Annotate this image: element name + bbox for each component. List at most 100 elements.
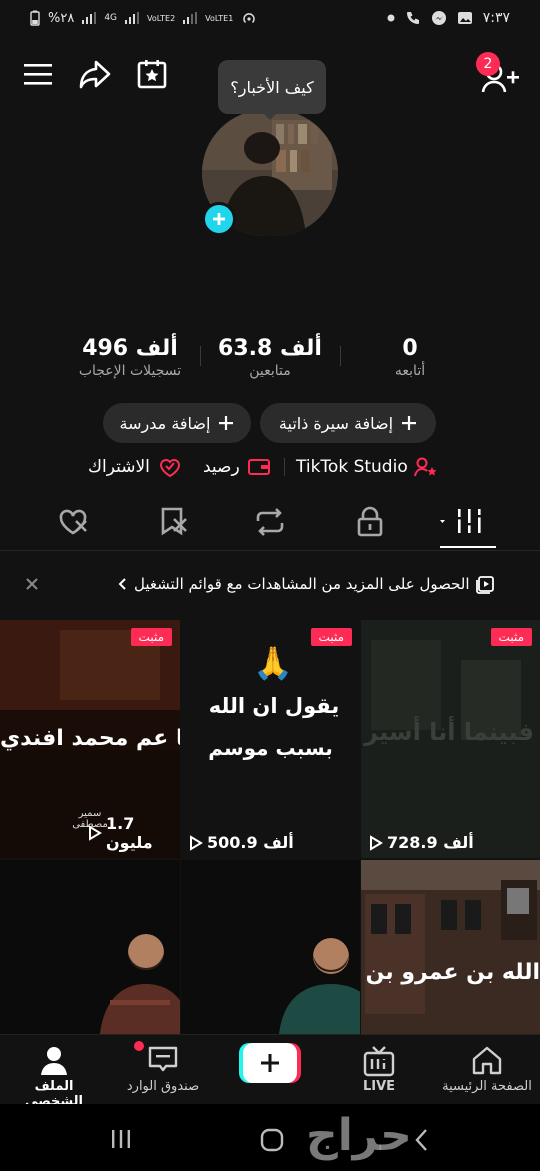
inbox-label: صندوق الوارد bbox=[126, 1079, 200, 1094]
signal-icon bbox=[82, 12, 97, 24]
create-button[interactable] bbox=[239, 1043, 301, 1083]
phone-icon bbox=[405, 10, 421, 26]
nav-profile[interactable]: الملف الشخصي bbox=[8, 1045, 100, 1109]
add-bio-label: إضافة سيرة ذاتية bbox=[278, 413, 394, 433]
calendar-star-icon[interactable] bbox=[136, 58, 168, 90]
nav-home[interactable]: الصفحة الرئيسية bbox=[438, 1045, 536, 1094]
likes-label: تسجيلات الإعجاب bbox=[78, 363, 182, 379]
balance-link[interactable]: رصيد bbox=[203, 454, 270, 480]
chevron-left-icon bbox=[116, 577, 128, 591]
following-count: 0 bbox=[402, 336, 418, 361]
tab-liked[interactable] bbox=[56, 505, 90, 539]
video-overlay-line-1: يقول ان الله bbox=[208, 694, 340, 718]
nav-live[interactable]: LIVE bbox=[340, 1045, 418, 1094]
tab-private[interactable] bbox=[356, 505, 384, 539]
banner-content: الحصول على المزيد من المشاهدات مع قوائم … bbox=[116, 574, 496, 594]
stat-following[interactable]: 0 أتابعه bbox=[360, 336, 460, 379]
playlist-banner[interactable]: الحصول على المزيد من المشاهدات مع قوائم … bbox=[0, 562, 540, 608]
system-nav-bar: حراج bbox=[0, 1104, 540, 1171]
add-school-label: إضافة مدرسة bbox=[119, 413, 211, 433]
bubble-pointer bbox=[262, 112, 278, 120]
watermark-logo: حراج bbox=[306, 1110, 412, 1161]
notification-badge: 2 bbox=[476, 52, 500, 76]
add-avatar-button[interactable] bbox=[202, 202, 236, 236]
stat-likes[interactable]: 496 ألف تسجيلات الإعجاب bbox=[50, 336, 210, 379]
pinned-badge: مثبت bbox=[310, 628, 352, 646]
following-label: أتابعه bbox=[394, 363, 426, 379]
network-4g-label: 4G bbox=[104, 12, 118, 23]
signal-icon-2 bbox=[125, 12, 140, 24]
tiktok-studio-link[interactable]: TikTok Studio bbox=[296, 454, 438, 480]
status-left: %٢٨ 4G VoLTE2 VoLTE1 bbox=[30, 10, 257, 26]
dot-icon bbox=[387, 14, 395, 22]
battery-text: %٢٨ bbox=[48, 10, 75, 26]
tab-divider bbox=[0, 550, 540, 551]
tab-favorites[interactable] bbox=[158, 505, 190, 539]
video-overlay-text: فبينما أنا أسير bbox=[364, 718, 534, 746]
likes-count: 496 ألف bbox=[82, 336, 178, 361]
creator-star-icon bbox=[413, 456, 438, 478]
person-icon bbox=[8, 1045, 100, 1075]
home-label: الصفحة الرئيسية bbox=[442, 1079, 532, 1094]
banner-text: الحصول على المزيد من المشاهدات مع قوائم … bbox=[134, 575, 470, 593]
balance-label: رصيد bbox=[203, 457, 240, 477]
video-thumbnail[interactable] bbox=[181, 860, 360, 1034]
pinned-badge: مثبت bbox=[490, 628, 532, 646]
praying-hands-emoji: 🙏 bbox=[253, 644, 293, 682]
video-thumbnail[interactable] bbox=[0, 860, 180, 1034]
battery-icon bbox=[30, 10, 40, 26]
video-thumbnail[interactable]: مثبت يا عم محمد افندي سمير مصطفى 1.7 ملي… bbox=[0, 620, 180, 858]
link-divider bbox=[284, 458, 285, 476]
followers-count: 63.8 ألف bbox=[218, 336, 322, 361]
video-thumbnail[interactable]: مثبت 🙏 يقول ان الله بسبب موسم 500.9 ألف bbox=[181, 620, 360, 858]
add-bio-button[interactable]: إضافة سيرة ذاتية bbox=[260, 403, 436, 443]
studio-label: TikTok Studio bbox=[296, 457, 408, 477]
gallery-icon bbox=[457, 10, 473, 26]
plus-icon bbox=[259, 1052, 281, 1074]
messenger-icon bbox=[431, 10, 447, 26]
status-right: ٧:٣٧ bbox=[387, 10, 510, 26]
back-icon[interactable] bbox=[414, 1128, 430, 1152]
video-overlay-text: يا عم محمد افندي bbox=[0, 726, 180, 751]
view-count: 728.9 ألف bbox=[369, 833, 474, 852]
close-icon[interactable] bbox=[24, 576, 40, 592]
play-icon bbox=[88, 825, 102, 841]
followers-label: متابعين bbox=[249, 363, 291, 379]
home-icon bbox=[438, 1045, 536, 1075]
nav-inbox[interactable]: صندوق الوارد bbox=[118, 1045, 208, 1094]
view-count: 1.7 مليون bbox=[88, 814, 180, 852]
view-count-text: 728.9 ألف bbox=[387, 833, 474, 852]
hotspot-icon bbox=[241, 10, 257, 26]
inbox-icon bbox=[118, 1045, 208, 1075]
home-circle-icon[interactable] bbox=[260, 1128, 284, 1152]
tab-reposts[interactable] bbox=[254, 505, 286, 539]
live-label: LIVE bbox=[362, 1079, 396, 1094]
video-overlay-text: الله بن عمرو بن ال bbox=[361, 960, 540, 985]
tab-videos[interactable] bbox=[440, 505, 486, 541]
inbox-dot-badge bbox=[134, 1041, 144, 1051]
video-overlay-line-2: بسبب موسم bbox=[208, 736, 333, 760]
status-bar: %٢٨ 4G VoLTE2 VoLTE1 ٧:٣٧ bbox=[0, 0, 540, 42]
live-tv-icon bbox=[340, 1045, 418, 1077]
view-count-text: 500.9 ألف bbox=[207, 833, 294, 852]
stat-divider bbox=[340, 346, 341, 366]
stat-followers[interactable]: 63.8 ألف متابعين bbox=[205, 336, 335, 379]
plus-icon bbox=[218, 415, 234, 431]
recent-apps-icon[interactable] bbox=[110, 1128, 132, 1150]
clock-time: ٧:٣٧ bbox=[482, 10, 510, 26]
share-icon[interactable] bbox=[78, 58, 112, 90]
view-count: 500.9 ألف bbox=[189, 833, 294, 852]
plus-icon bbox=[401, 415, 417, 431]
subscription-link[interactable]: الاشتراك bbox=[88, 454, 182, 480]
wallet-icon bbox=[247, 458, 270, 476]
menu-icon[interactable] bbox=[24, 62, 54, 88]
video-thumbnail[interactable]: الله بن عمرو بن ال bbox=[361, 860, 540, 1034]
whats-new-bubble[interactable]: كيف الأخبار؟ bbox=[218, 60, 326, 114]
tab-active-indicator bbox=[440, 546, 496, 548]
volte1-label: VoLTE1 bbox=[205, 13, 234, 23]
signal-icon-3 bbox=[183, 12, 198, 24]
subscription-label: الاشتراك bbox=[88, 457, 150, 477]
video-thumbnail[interactable]: مثبت فبينما أنا أسير 728.9 ألف bbox=[361, 620, 540, 858]
add-school-button[interactable]: إضافة مدرسة bbox=[103, 403, 251, 443]
view-count-text: 1.7 مليون bbox=[106, 814, 153, 852]
